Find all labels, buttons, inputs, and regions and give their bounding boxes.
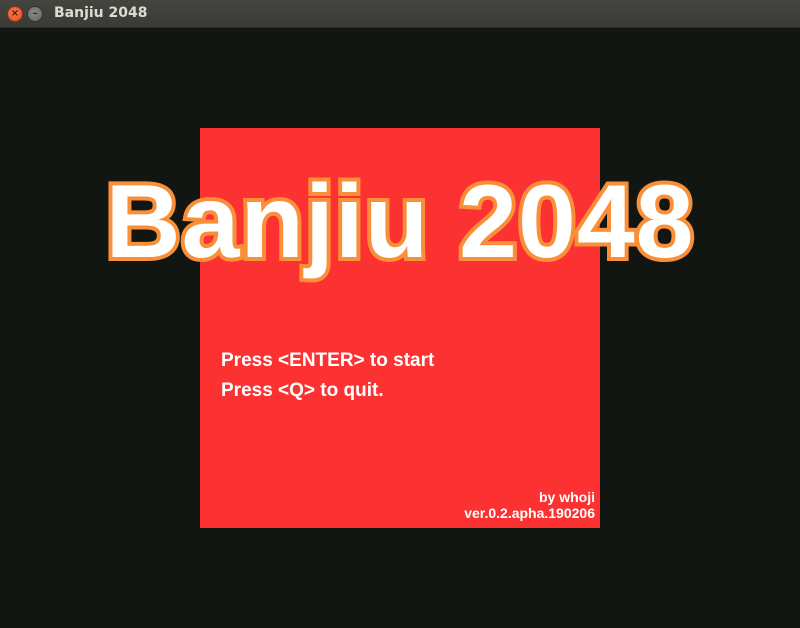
game-canvas[interactable]: Banjiu 2048 Press <ENTER> to start Press… (0, 28, 800, 628)
window-title: Banjiu 2048 (54, 5, 148, 21)
author-credit: by whoji (539, 489, 595, 505)
close-icon[interactable]: × (7, 6, 23, 22)
instructions: Press <ENTER> to start Press <Q> to quit… (221, 346, 434, 406)
game-title: Banjiu 2048 (101, 164, 697, 280)
window-titlebar[interactable]: × – Banjiu 2048 (0, 0, 800, 28)
credits: by whoji ver.0.2.apha.190206 (464, 489, 595, 521)
game-window: × – Banjiu 2048 Banjiu 2048 Press <ENTER… (0, 0, 800, 628)
start-instruction: Press <ENTER> to start (221, 350, 435, 371)
minimize-icon[interactable]: – (27, 6, 43, 22)
version-label: ver.0.2.apha.190206 (464, 505, 595, 521)
quit-instruction: Press <Q> to quit. (221, 380, 384, 401)
